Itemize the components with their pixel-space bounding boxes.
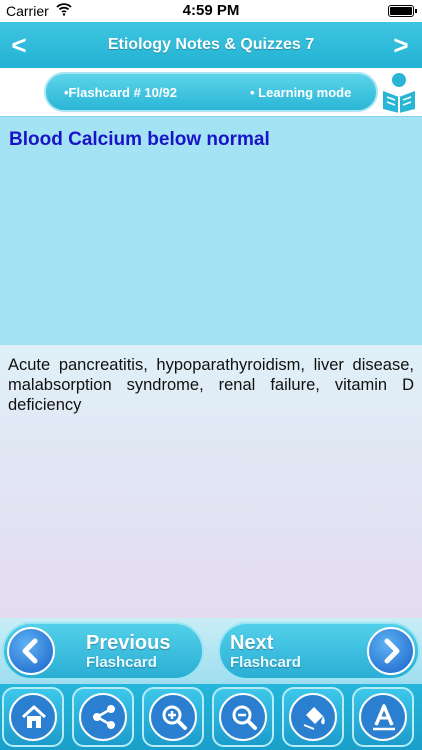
color-button[interactable] [282,687,344,747]
flashcard-counter: •Flashcard # 10/92 [64,85,177,100]
flashcard-info-pill: •Flashcard # 10/92 • Learning mode [44,72,378,112]
question-text: Blood Calcium below normal [9,129,270,150]
status-bar: Carrier 4:59 PM [0,0,422,22]
previous-label: Previous [86,632,171,654]
answer-text: Acute pancreatitis, hypoparathyroidism, … [8,356,414,414]
next-flashcard-button[interactable]: Next Flashcard [218,622,420,680]
home-button[interactable] [2,687,64,747]
previous-flashcard-button[interactable]: Previous Flashcard [2,622,204,680]
next-label: Next [230,632,274,654]
navigation-bar: < Etiology Notes & Quizzes 7 > [0,22,422,68]
home-icon [9,693,57,741]
font-button[interactable] [352,687,414,747]
font-icon [359,693,407,741]
question-card: Blood Calcium below normal [0,116,422,346]
clock: 4:59 PM [182,2,240,19]
next-sublabel: Flashcard [230,654,301,671]
zoom-in-button[interactable] [142,687,204,747]
previous-sublabel: Flashcard [86,654,157,671]
mode-label: • Learning mode [250,85,352,100]
answer-card: Acute pancreatitis, hypoparathyroidism, … [0,345,422,618]
battery-icon [388,5,417,17]
flashcard-navigation: Previous Flashcard Next Flashcard [0,618,422,684]
zoom-in-icon [149,693,197,741]
zoom-out-icon [219,693,267,741]
info-row: •Flashcard # 10/92 • Learning mode [0,68,422,116]
page-title: Etiology Notes & Quizzes 7 [107,36,315,53]
share-button[interactable] [72,687,134,747]
left-arrow-icon [7,627,55,675]
share-icon [79,693,127,741]
bottom-toolbar [0,684,422,750]
forward-button[interactable]: > [386,30,416,61]
paint-bucket-icon [289,693,337,741]
reading-person-icon [380,71,418,113]
zoom-out-button[interactable] [212,687,274,747]
right-arrow-icon [367,627,415,675]
